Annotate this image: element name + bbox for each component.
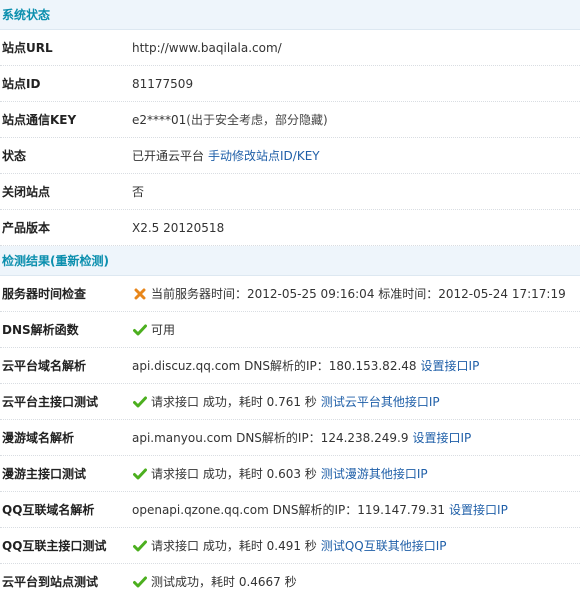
row-server-time: 服务器时间检查 当前服务器时间：2012-05-25 09:16:04 标准时间… bbox=[0, 276, 580, 312]
server-time-value: 当前服务器时间：2012-05-25 09:16:04 标准时间：2012-05… bbox=[151, 287, 566, 301]
qq-api-value: 请求接口 成功，耗时 0.491 秒 bbox=[151, 539, 317, 553]
server-time-label: 服务器时间检查 bbox=[2, 287, 87, 301]
status-label: 状态 bbox=[2, 149, 27, 163]
site-key-label: 站点通信KEY bbox=[2, 113, 77, 127]
check-icon bbox=[132, 467, 148, 481]
product-version-value: X2.5 20120518 bbox=[132, 220, 225, 235]
status-value-group: 已开通云平台 手动修改站点ID/KEY bbox=[132, 147, 580, 164]
manyou-dns-label: 漫游域名解析 bbox=[2, 431, 75, 445]
manyou-dns-value-group: api.manyou.com DNS解析的IP：124.238.249.9 设置… bbox=[132, 429, 580, 446]
row-manyou-dns: 漫游域名解析 api.manyou.com DNS解析的IP：124.238.2… bbox=[0, 420, 580, 456]
manyou-api-value-group: 请求接口 成功，耗时 0.603 秒 测试漫游其他接口IP bbox=[132, 465, 580, 482]
row-qq-api: QQ互联主接口测试 请求接口 成功，耗时 0.491 秒 测试QQ互联其他接口I… bbox=[0, 528, 580, 564]
site-url-value: http://www.baqilala.com/ bbox=[132, 40, 282, 55]
qq-api-label: QQ互联主接口测试 bbox=[2, 539, 107, 553]
row-site-url: 站点URL http://www.baqilala.com/ bbox=[0, 30, 580, 66]
row-manyou-api: 漫游主接口测试 请求接口 成功，耗时 0.603 秒 测试漫游其他接口IP bbox=[0, 456, 580, 492]
qq-test-other-link[interactable]: 测试QQ互联其他接口IP bbox=[321, 537, 447, 554]
product-version-label: 产品版本 bbox=[2, 221, 51, 235]
edit-site-key-link[interactable]: 手动修改站点ID/KEY bbox=[208, 147, 320, 164]
row-dns-func: DNS解析函数 可用 bbox=[0, 312, 580, 348]
row-qq-dns: QQ互联域名解析 openapi.qzone.qq.com DNS解析的IP：1… bbox=[0, 492, 580, 528]
qq-dns-label: QQ互联域名解析 bbox=[2, 503, 95, 517]
row-cloud-to-site: 云平台到站点测试 测试成功，耗时 0.4667 秒 bbox=[0, 564, 580, 599]
row-product-version: 产品版本 X2.5 20120518 bbox=[0, 210, 580, 246]
cloud-api-value: 请求接口 成功，耗时 0.761 秒 bbox=[151, 395, 317, 409]
site-id-label: 站点ID bbox=[2, 77, 41, 91]
check-results-header[interactable]: 检测结果(重新检测) bbox=[0, 246, 580, 276]
cross-icon bbox=[132, 287, 148, 301]
cloud-api-value-group: 请求接口 成功，耗时 0.761 秒 测试云平台其他接口IP bbox=[132, 393, 580, 410]
cloud-dns-value: api.discuz.qq.com DNS解析的IP：180.153.82.48 bbox=[132, 359, 417, 373]
server-time-value-group: 当前服务器时间：2012-05-25 09:16:04 标准时间：2012-05… bbox=[132, 285, 580, 302]
cloud-set-ip-link[interactable]: 设置接口IP bbox=[421, 357, 480, 374]
manyou-test-other-link[interactable]: 测试漫游其他接口IP bbox=[321, 465, 428, 482]
status-value: 已开通云平台 bbox=[132, 149, 205, 163]
check-icon bbox=[132, 323, 148, 337]
qq-set-ip-link[interactable]: 设置接口IP bbox=[449, 501, 508, 518]
cloud-test-other-link[interactable]: 测试云平台其他接口IP bbox=[321, 393, 440, 410]
site-key-value-group: e2****01 (出于安全考虑，部分隐藏) bbox=[132, 111, 580, 128]
manyou-set-ip-link[interactable]: 设置接口IP bbox=[412, 429, 471, 446]
site-id-value: 81177509 bbox=[132, 76, 194, 91]
row-status: 状态 已开通云平台 手动修改站点ID/KEY bbox=[0, 138, 580, 174]
manyou-api-label: 漫游主接口测试 bbox=[2, 467, 87, 481]
row-cloud-api: 云平台主接口测试 请求接口 成功，耗时 0.761 秒 测试云平台其他接口IP bbox=[0, 384, 580, 420]
row-site-key: 站点通信KEY e2****01 (出于安全考虑，部分隐藏) bbox=[0, 102, 580, 138]
row-site-id: 站点ID 81177509 bbox=[0, 66, 580, 102]
manyou-api-value: 请求接口 成功，耗时 0.603 秒 bbox=[151, 467, 317, 481]
dns-func-value: 可用 bbox=[151, 323, 176, 337]
qq-dns-value: openapi.qzone.qq.com DNS解析的IP：119.147.79… bbox=[132, 503, 446, 517]
check-icon bbox=[132, 575, 148, 589]
manyou-dns-value: api.manyou.com DNS解析的IP：124.238.249.9 bbox=[132, 431, 409, 445]
cloud-dns-value-group: api.discuz.qq.com DNS解析的IP：180.153.82.48… bbox=[132, 357, 580, 374]
check-icon bbox=[132, 395, 148, 409]
site-url-label: 站点URL bbox=[2, 41, 53, 55]
check-icon bbox=[132, 539, 148, 553]
dns-func-value-group: 可用 bbox=[132, 321, 580, 338]
cloud-to-site-label: 云平台到站点测试 bbox=[2, 575, 99, 589]
close-site-value: 否 bbox=[132, 185, 145, 199]
row-close-site: 关闭站点 否 bbox=[0, 174, 580, 210]
cloud-dns-label: 云平台域名解析 bbox=[2, 359, 87, 373]
cloud-api-label: 云平台主接口测试 bbox=[2, 395, 99, 409]
system-status-header: 系统状态 bbox=[0, 0, 580, 30]
site-key-value: e2****01 bbox=[132, 112, 187, 127]
close-site-label: 关闭站点 bbox=[2, 185, 51, 199]
row-cloud-dns: 云平台域名解析 api.discuz.qq.com DNS解析的IP：180.1… bbox=[0, 348, 580, 384]
site-key-note: (出于安全考虑，部分隐藏) bbox=[186, 113, 328, 127]
cloud-to-site-value-group: 测试成功，耗时 0.4667 秒 bbox=[132, 573, 580, 590]
qq-dns-value-group: openapi.qzone.qq.com DNS解析的IP：119.147.79… bbox=[132, 501, 580, 518]
cloud-to-site-value: 测试成功，耗时 0.4667 秒 bbox=[151, 575, 297, 589]
dns-func-label: DNS解析函数 bbox=[2, 323, 79, 337]
qq-api-value-group: 请求接口 成功，耗时 0.491 秒 测试QQ互联其他接口IP bbox=[132, 537, 580, 554]
